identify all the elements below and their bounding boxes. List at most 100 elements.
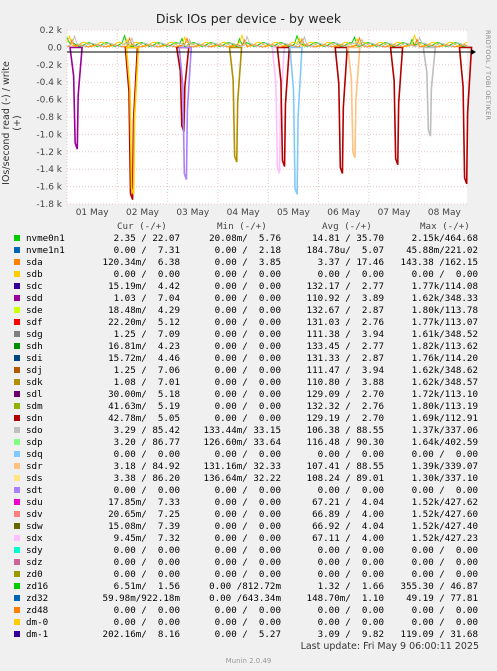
legend-row: sdc 15.19m/ 4.42 0.00 / 0.00 132.17 / 2.77…	[0, 281, 497, 293]
col-max-header: Max (-/+)	[420, 221, 470, 232]
legend-name: sdv	[26, 509, 43, 520]
legend-min: 0.00 / 0.00	[209, 329, 281, 340]
legend-name: nvme1n1	[26, 245, 65, 256]
legend-max: 1.80k/113.78	[411, 305, 478, 316]
legend-min: 0.00 / 0.00	[209, 605, 281, 616]
legend-max: 1.82k/113.62	[411, 341, 478, 352]
legend-max: 1.52k/427.23	[411, 533, 478, 544]
x-tick-label: 08 May	[428, 208, 462, 218]
legend-max: 1.80k/113.19	[411, 401, 478, 412]
legend-name: sdq	[26, 449, 43, 460]
legend-min: 0.00 / 0.00	[209, 557, 281, 568]
legend-row: nvme0n1 2.35 / 22.07 20.08m/ 5.76 14.81 / …	[0, 233, 497, 245]
legend-cur: 0.00 / 0.00	[108, 557, 180, 568]
legend-name: zd32	[26, 593, 49, 604]
legend-swatch	[14, 631, 20, 637]
legend-row: sdj 1.25 / 7.06 0.00 / 0.00 111.47 / 3.94…	[0, 365, 497, 377]
legend-name: sdt	[26, 485, 43, 496]
legend-row: sdn 42.78m/ 5.05 0.00 / 0.00 129.19 / 2.70…	[0, 413, 497, 425]
legend-max: 1.52k/427.60	[411, 509, 478, 520]
legend-swatch	[14, 607, 20, 613]
legend-cur: 18.48m/ 4.29	[108, 305, 180, 316]
legend-avg: 0.00 / 0.00	[312, 545, 384, 556]
legend-min: 0.00 / 0.00	[209, 497, 281, 508]
legend-cur: 0.00 / 0.00	[108, 485, 180, 496]
legend-max: 1.77k/114.08	[411, 281, 478, 292]
legend-cur: 0.00 / 0.00	[108, 569, 180, 580]
legend-name: sdd	[26, 293, 43, 304]
x-axis-arrow	[471, 49, 476, 55]
legend-max: 119.09 / 31.68	[400, 629, 478, 640]
y-tick-label: -1.6 k	[36, 183, 62, 193]
x-tick-label: 05 May	[277, 208, 311, 218]
legend-avg: 132.17 / 2.77	[306, 281, 384, 292]
legend-name: sdb	[26, 269, 43, 280]
legend-name: sdy	[26, 545, 43, 556]
y-tick-label: -0.2 k	[36, 61, 62, 71]
y-tick-label: -1.2 k	[36, 148, 62, 158]
legend-name: sdo	[26, 425, 43, 436]
legend-max: 355.30 / 46.87	[400, 581, 478, 592]
y-ticks: 0.2 k 0.0 -0.2 k -0.4 k -0.6 k -0.8 k -1.0 k -1…	[36, 26, 62, 210]
legend-name: zd0	[26, 569, 43, 580]
legend-cur: 22.20m/ 5.12	[108, 317, 180, 328]
legend-name: sdu	[26, 497, 43, 508]
legend-max: 1.64k/402.59	[411, 437, 478, 448]
legend-avg: 129.19 / 2.70	[306, 413, 384, 424]
legend-swatch	[14, 595, 20, 601]
legend-cur: 17.85m/ 7.33	[108, 497, 180, 508]
legend-row: sdo 3.29 / 85.42 133.44m/ 33.15 106.38 / 8…	[0, 425, 497, 437]
legend-max: 45.88m/221.02	[406, 245, 478, 256]
legend-max: 1.37k/337.06	[411, 425, 478, 436]
x-tick-label: 04 May	[227, 208, 261, 218]
legend-max: 0.00 / 0.00	[406, 605, 478, 616]
legend-avg: 110.92 / 3.89	[306, 293, 384, 304]
legend-max: 1.69k/112.91	[411, 413, 478, 424]
legend-row: sds 3.38 / 86.20 136.64m/ 32.22 108.24 / 8…	[0, 473, 497, 485]
legend-cur: 42.78m/ 5.05	[108, 413, 180, 424]
legend-row: sdr 3.18 / 84.92 131.16m/ 32.33 107.41 / 8…	[0, 461, 497, 473]
legend-avg: 0.00 / 0.00	[312, 449, 384, 460]
legend-cur: 0.00 / 0.00	[108, 617, 180, 628]
legend-avg: 131.03 / 2.76	[306, 317, 384, 328]
legend-avg: 133.45 / 2.77	[306, 341, 384, 352]
legend-name: sde	[26, 305, 43, 316]
x-tick-label: 03 May	[176, 208, 210, 218]
legend-row: sdf 22.20m/ 5.12 0.00 / 0.00 131.03 / 2.76…	[0, 317, 497, 329]
legend-avg: 0.00 / 0.00	[312, 617, 384, 628]
legend-max: 1.62k/348.62	[411, 365, 478, 376]
legend-avg: 66.89 / 4.00	[312, 509, 384, 520]
legend-avg: 0.00 / 0.00	[312, 569, 384, 580]
x-tick-label: 01 May	[76, 208, 110, 218]
legend-avg: 3.09 / 9.82	[312, 629, 384, 640]
col-avg-header: Avg (-/+)	[322, 221, 372, 232]
legend-min: 0.00 / 0.00	[209, 389, 281, 400]
legend-cur: 3.20 / 86.77	[108, 437, 180, 448]
legend-row: nvme1n1 0.00 / 7.31 0.00 / 2.18 184.78u/ …	[0, 245, 497, 257]
legend-min: 20.08m/ 5.76	[209, 233, 281, 244]
legend-cur: 15.72m/ 4.46	[108, 353, 180, 364]
x-tick-label: 02 May	[126, 208, 160, 218]
munin-version: Munin 2.0.49	[225, 657, 272, 665]
legend-swatch	[14, 235, 20, 241]
legend-swatch	[14, 499, 20, 505]
legend-max: 143.38 /162.15	[400, 257, 478, 268]
legend-name: sda	[26, 257, 43, 268]
y-tick-label: -0.6 k	[36, 96, 62, 106]
legend-min: 126.60m/ 33.64	[203, 437, 281, 448]
legend-avg: 116.48 / 90.30	[306, 437, 384, 448]
legend-min: 0.00 / 0.00	[209, 269, 281, 280]
legend-row: sdu 17.85m/ 7.33 0.00 / 0.00 67.21 / 4.04 1…	[0, 497, 497, 509]
legend-cur: 0.00 / 0.00	[108, 449, 180, 460]
legend-row: sdh 16.81m/ 4.23 0.00 / 0.00 133.45 / 2.77…	[0, 341, 497, 353]
legend-avg: 67.11 / 4.00	[312, 533, 384, 544]
legend-swatch	[14, 283, 20, 289]
legend-row: sdx 9.45m/ 7.32 0.00 / 0.00 67.11 / 4.00 1…	[0, 533, 497, 545]
legend-cur: 1.03 / 7.04	[108, 293, 180, 304]
legend-avg: 131.33 / 2.87	[306, 353, 384, 364]
legend-name: sdk	[26, 377, 43, 388]
y-tick-label: -0.4 k	[36, 78, 62, 88]
legend-min: 0.00 /643.34m	[203, 593, 281, 604]
legend-cur: 3.29 / 85.42	[108, 425, 180, 436]
legend-swatch	[14, 559, 20, 565]
